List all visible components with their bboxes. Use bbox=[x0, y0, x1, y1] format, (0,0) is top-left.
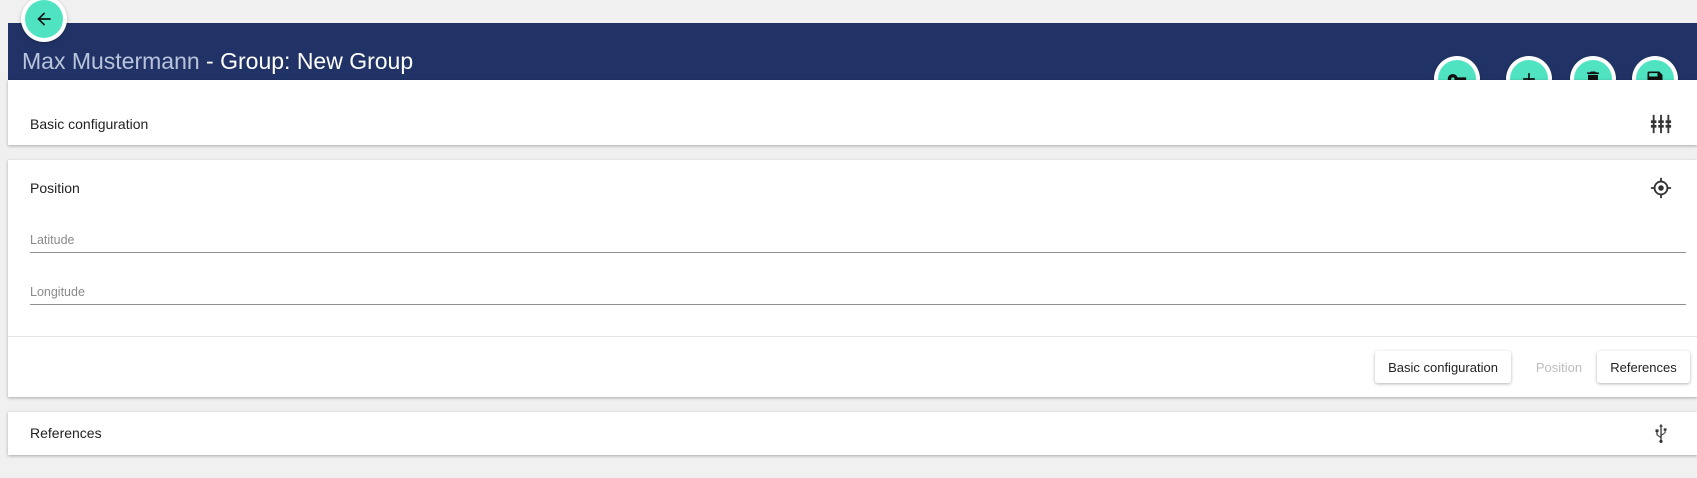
references-panel[interactable]: References bbox=[8, 412, 1697, 455]
page-title-group: - Group: New Group bbox=[199, 48, 414, 74]
crosshairs-gps-icon bbox=[1650, 177, 1672, 199]
nav-basic-configuration-button[interactable]: Basic configuration bbox=[1375, 351, 1511, 383]
basic-configuration-title: Basic configuration bbox=[30, 116, 149, 132]
references-title: References bbox=[30, 425, 102, 441]
panel-divider bbox=[8, 336, 1697, 337]
longitude-field[interactable]: Longitude bbox=[30, 285, 85, 299]
page-title-user: Max Mustermann bbox=[22, 48, 200, 74]
usb-icon bbox=[1655, 423, 1667, 444]
page-title: Max Mustermann - Group: New Group bbox=[22, 48, 413, 75]
longitude-underline bbox=[30, 304, 1686, 305]
tune-icon bbox=[1650, 114, 1672, 134]
position-panel: Position Latitude Longitude Basic config… bbox=[8, 160, 1697, 397]
arrow-left-icon bbox=[37, 12, 51, 26]
latitude-field[interactable]: Latitude bbox=[30, 233, 74, 247]
position-title: Position bbox=[30, 180, 80, 196]
latitude-underline bbox=[30, 252, 1686, 253]
nav-position-button: Position bbox=[1535, 359, 1583, 375]
nav-references-button[interactable]: References bbox=[1597, 351, 1690, 383]
basic-configuration-panel[interactable]: Basic configuration bbox=[8, 80, 1697, 145]
